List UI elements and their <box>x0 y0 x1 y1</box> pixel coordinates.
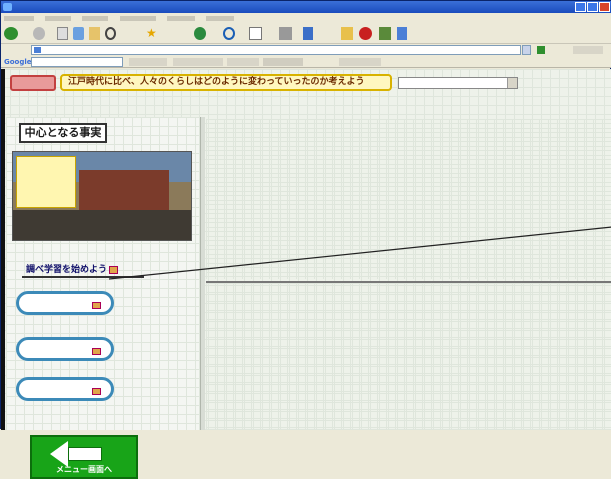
home-icon[interactable] <box>89 27 100 40</box>
google-logo: Google <box>4 58 32 66</box>
minimize-button[interactable] <box>575 2 586 12</box>
pencil-icon <box>92 348 101 355</box>
address-dropdown-button[interactable] <box>522 45 531 55</box>
address-input[interactable] <box>31 45 521 55</box>
history-scene-image <box>12 151 192 241</box>
links-label[interactable] <box>573 46 603 54</box>
scene-building <box>79 170 169 210</box>
edit-icon[interactable] <box>303 27 313 40</box>
mail-icon[interactable] <box>249 27 262 40</box>
pencil-icon <box>92 388 101 395</box>
topic-button-1[interactable] <box>16 291 114 315</box>
refresh-icon[interactable] <box>73 27 84 40</box>
close-button[interactable] <box>599 2 610 12</box>
main-question: 江戸時代に比べ、人々のくらしはどのように変わっていったのか考えよう <box>60 74 392 91</box>
media-icon[interactable] <box>194 27 206 40</box>
page-left-edge <box>1 69 5 430</box>
content-frame-top <box>206 119 611 279</box>
google-check-button[interactable] <box>227 58 259 66</box>
start-underline <box>22 276 144 278</box>
start-research-label: 調べ学習を始めよう <box>26 262 119 275</box>
window-controls <box>575 2 610 12</box>
title-bar <box>1 1 611 13</box>
history-icon[interactable] <box>223 27 235 40</box>
menu-favorites[interactable] <box>119 15 156 21</box>
page-icon <box>34 47 41 53</box>
google-search-button[interactable] <box>129 58 167 66</box>
search-icon[interactable] <box>105 27 116 40</box>
stop-icon[interactable] <box>57 27 68 40</box>
arrow-shaft <box>68 447 102 461</box>
start-research-text: 調べ学習を始めよう <box>26 265 108 275</box>
frame-divider[interactable] <box>200 117 205 430</box>
left-panel: 中心となる事実 調べ学習を始めよう メニュー画面へ <box>6 117 199 479</box>
google-search-input[interactable] <box>31 57 123 67</box>
content-frame-bottom <box>206 281 611 430</box>
folder-icon[interactable] <box>341 27 353 40</box>
autolink-button[interactable] <box>263 58 303 66</box>
go-button[interactable] <box>537 45 565 55</box>
toolbar-extra-icon[interactable] <box>379 27 391 40</box>
pencil-icon <box>92 302 101 309</box>
standard-toolbar: ★ <box>1 24 611 44</box>
section-title: 中心となる事実 <box>19 123 107 143</box>
scene-caption <box>16 156 76 208</box>
maximize-button[interactable] <box>587 2 598 12</box>
toolbar-extra-icon-2[interactable] <box>397 27 407 40</box>
menu-edit[interactable] <box>45 15 72 21</box>
favorites-star-icon[interactable]: ★ <box>146 27 157 40</box>
menu-help[interactable] <box>206 15 235 21</box>
go-icon <box>537 46 545 54</box>
back-to-menu-label: メニュー画面へ <box>56 465 112 474</box>
menu-bar <box>1 13 611 24</box>
page-header: 江戸時代に比べ、人々のくらしはどのように変わっていったのか考えよう <box>6 73 606 93</box>
question-select[interactable] <box>398 77 518 89</box>
pencil-icon <box>109 265 119 274</box>
chevron-down-icon[interactable] <box>507 78 517 88</box>
browser-window: ★ Google 江戸時代に比べ、人々のくらしはどのように変わっていったのか考え… <box>0 0 611 479</box>
back-to-menu-button[interactable]: メニュー画面へ <box>30 435 138 479</box>
print-icon[interactable] <box>279 27 292 40</box>
messenger-icon[interactable] <box>359 27 372 40</box>
address-bar <box>1 44 611 56</box>
menu-file[interactable] <box>4 15 34 21</box>
web-page: 江戸時代に比べ、人々のくらしはどのように変わっていったのか考えよう 中心となる事… <box>1 69 611 479</box>
google-options-button[interactable] <box>339 58 381 66</box>
menu-tools[interactable] <box>166 15 195 21</box>
topic-button-3[interactable] <box>16 377 114 401</box>
google-toolbar: Google <box>1 56 611 68</box>
browser-icon <box>3 3 12 11</box>
forward-icon[interactable] <box>33 27 45 40</box>
popup-blocked-button[interactable] <box>173 58 223 66</box>
back-icon[interactable] <box>4 27 18 40</box>
scene-street <box>13 210 191 240</box>
topic-button-2[interactable] <box>16 337 114 361</box>
menu-view[interactable] <box>82 15 109 21</box>
subject-tag <box>10 75 56 91</box>
